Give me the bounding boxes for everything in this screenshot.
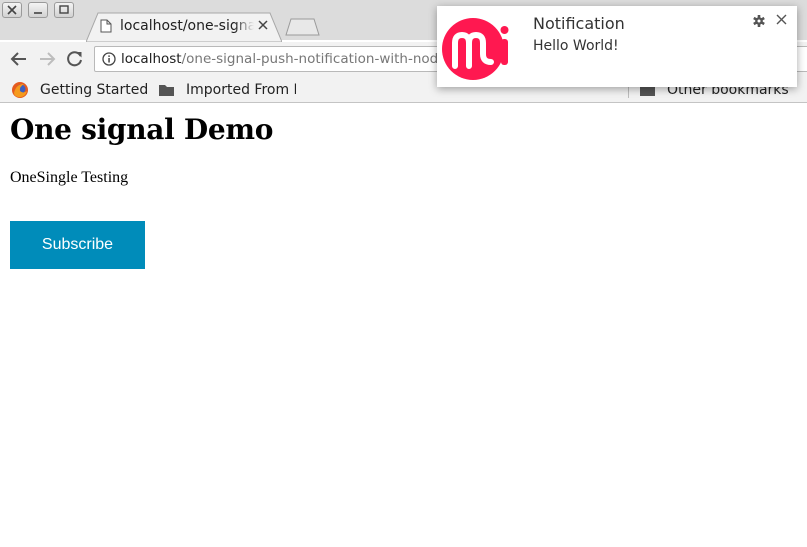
url-host: localhost: [121, 51, 182, 67]
new-tab-button[interactable]: [285, 18, 321, 36]
gear-icon[interactable]: [753, 15, 765, 27]
bookmark-label: Imported From Firefox: [186, 82, 296, 98]
minimize-icon: [34, 12, 42, 14]
tab-title: localhost/one-signal-push-notification-w…: [120, 18, 254, 34]
window-minimize-button[interactable]: [28, 2, 48, 18]
bookmark-imported-folder[interactable]: Imported From Firefox: [158, 80, 296, 100]
notification-popup[interactable]: Notification Hello World!: [437, 6, 797, 87]
forward-icon[interactable]: [38, 50, 56, 68]
bookmark-label: Getting Started: [40, 82, 149, 98]
browser-tab[interactable]: localhost/one-signal-push-notification-w…: [86, 12, 282, 42]
url-path: /one-signal-push-notification-with-nodej…: [181, 51, 458, 67]
info-icon[interactable]: [102, 52, 116, 66]
reload-icon[interactable]: [66, 50, 84, 68]
url-text: localhost/one-signal-push-notification-w…: [121, 51, 457, 68]
subscribe-button[interactable]: Subscribe: [10, 221, 145, 269]
page-description: OneSingle Testing: [10, 169, 129, 186]
page-title: One signal Demo: [10, 113, 274, 146]
mi-logo-icon: [442, 18, 509, 80]
window-close-button[interactable]: [2, 2, 22, 18]
close-icon: [7, 5, 17, 15]
maximize-icon: [59, 5, 69, 14]
notification-close-icon[interactable]: [776, 14, 787, 25]
page-content: One signal Demo OneSingle Testing Subscr…: [0, 104, 807, 547]
folder-icon: [159, 85, 174, 96]
back-icon[interactable]: [10, 50, 28, 68]
notification-body: Hello World!: [533, 38, 619, 54]
firefox-icon: [12, 82, 28, 98]
page-icon: [100, 19, 112, 33]
window-maximize-button[interactable]: [54, 2, 74, 18]
notification-title: Notification: [533, 14, 625, 33]
bookmark-getting-started[interactable]: Getting Started: [10, 80, 150, 100]
tab-close-icon[interactable]: [258, 20, 268, 30]
